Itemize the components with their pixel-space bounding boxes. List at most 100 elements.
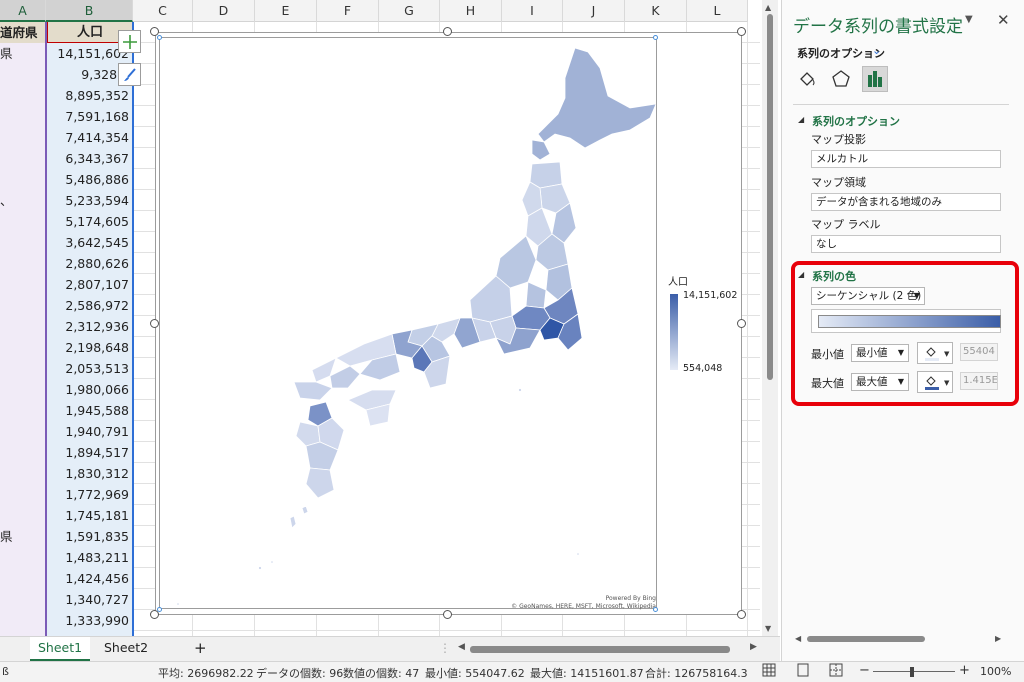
series-options-icon-tab[interactable] bbox=[862, 66, 888, 92]
cell-b[interactable]: 8,895,352 bbox=[47, 85, 133, 106]
zoom-in-button[interactable]: + bbox=[959, 663, 970, 678]
column-header-k[interactable]: K bbox=[625, 0, 687, 22]
plot-handle[interactable] bbox=[653, 35, 658, 40]
scroll-down-icon[interactable]: ▼ bbox=[765, 624, 771, 633]
column-header-h[interactable]: H bbox=[440, 0, 502, 22]
cell-a[interactable] bbox=[0, 589, 46, 610]
cell-a[interactable] bbox=[0, 505, 46, 526]
hscroll-thumb[interactable] bbox=[470, 646, 730, 653]
cell-b[interactable]: 1,772,969 bbox=[47, 484, 133, 505]
cell-a[interactable] bbox=[0, 442, 46, 463]
cell-b[interactable]: 5,174,605 bbox=[47, 211, 133, 232]
cell-b[interactable]: 1,483,211 bbox=[47, 547, 133, 568]
cell-b[interactable]: 1,333,990 bbox=[47, 610, 133, 631]
cell-a[interactable] bbox=[0, 379, 46, 400]
cell-b[interactable]: 3,642,545 bbox=[47, 232, 133, 253]
cell-a[interactable] bbox=[0, 484, 46, 505]
chart-resize-handle[interactable] bbox=[150, 27, 159, 36]
page-layout-icon[interactable] bbox=[796, 663, 810, 680]
column-header-a[interactable]: A bbox=[0, 0, 46, 22]
scroll-up-icon[interactable]: ▲ bbox=[765, 3, 771, 12]
map-chart[interactable]: Powered By Bing © GeoNames, HERE, MSFT, … bbox=[155, 32, 742, 615]
zoom-out-button[interactable]: − bbox=[859, 663, 870, 678]
tab-split-handle[interactable]: ⋮ bbox=[439, 641, 451, 655]
page-break-icon[interactable] bbox=[829, 663, 843, 680]
zoom-level[interactable]: 100% bbox=[980, 665, 1011, 678]
pane-scroll-thumb[interactable] bbox=[807, 636, 925, 642]
cell-b[interactable]: 2,312,936 bbox=[47, 316, 133, 337]
cell-a[interactable] bbox=[0, 253, 46, 274]
cell-a[interactable] bbox=[0, 463, 46, 484]
chart-resize-handle[interactable] bbox=[443, 610, 452, 619]
hscroll-left-icon[interactable]: ◀ bbox=[458, 642, 465, 652]
cell-b[interactable]: 1,980,066 bbox=[47, 379, 133, 400]
cell-b[interactable]: 5,233,594 bbox=[47, 190, 133, 211]
chart-resize-handle[interactable] bbox=[737, 610, 746, 619]
vertical-scrollbar[interactable]: ▲ ▼ bbox=[762, 0, 778, 636]
cell-b[interactable]: 7,591,168 bbox=[47, 106, 133, 127]
fill-line-tab[interactable] bbox=[794, 66, 820, 92]
chart-styles-button[interactable] bbox=[118, 63, 141, 86]
effects-tab[interactable] bbox=[828, 66, 854, 92]
cell-a[interactable]: 県 bbox=[0, 43, 46, 64]
plot-handle[interactable] bbox=[653, 607, 658, 612]
tab-sheet1[interactable]: Sheet1 bbox=[30, 637, 91, 661]
cell-a[interactable] bbox=[0, 85, 46, 106]
cell-a[interactable] bbox=[0, 169, 46, 190]
cell-b[interactable]: 1,940,791 bbox=[47, 421, 133, 442]
chart-resize-handle[interactable] bbox=[737, 319, 746, 328]
cell-b[interactable]: 2,807,107 bbox=[47, 274, 133, 295]
cell-a[interactable] bbox=[0, 106, 46, 127]
cell-a[interactable] bbox=[0, 64, 46, 85]
tab-sheet2[interactable]: Sheet2 bbox=[96, 637, 156, 661]
cell-b[interactable]: 5,486,886 bbox=[47, 169, 133, 190]
cell-a[interactable] bbox=[0, 400, 46, 421]
cell-a[interactable] bbox=[0, 274, 46, 295]
chevron-down-icon[interactable]: ⌄ bbox=[872, 44, 881, 57]
chart-resize-handle[interactable] bbox=[443, 27, 452, 36]
projection-select[interactable]: メルカトル bbox=[811, 150, 1001, 168]
cell-a[interactable] bbox=[0, 358, 46, 379]
cell-a[interactable] bbox=[0, 127, 46, 148]
chart-resize-handle[interactable] bbox=[737, 27, 746, 36]
cell-a[interactable] bbox=[0, 421, 46, 442]
header-prefecture[interactable]: 道府県 bbox=[0, 22, 46, 43]
cell-b[interactable]: 6,343,367 bbox=[47, 148, 133, 169]
cell-b[interactable]: 1,745,181 bbox=[47, 505, 133, 526]
zoom-slider-thumb[interactable] bbox=[910, 667, 914, 677]
scroll-right-icon[interactable]: ▶ bbox=[995, 634, 1001, 643]
cell-b[interactable]: 2,586,972 bbox=[47, 295, 133, 316]
area-select[interactable]: データが含まれる地域のみ bbox=[811, 193, 1001, 211]
pane-horizontal-scrollbar[interactable]: ◀ ▶ bbox=[795, 634, 1003, 644]
section-series-options[interactable]: 系列のオプション bbox=[812, 113, 900, 129]
cell-b[interactable]: 2,880,626 bbox=[47, 253, 133, 274]
cell-b[interactable]: 1,424,456 bbox=[47, 568, 133, 589]
column-header-i[interactable]: I bbox=[502, 0, 563, 22]
normal-view-icon[interactable] bbox=[762, 663, 776, 680]
chart-resize-handle[interactable] bbox=[150, 610, 159, 619]
cell-a[interactable]: 、 bbox=[0, 190, 46, 211]
cell-b[interactable]: 1,894,517 bbox=[47, 442, 133, 463]
cell-b[interactable]: 1,340,727 bbox=[47, 589, 133, 610]
collapse-icon[interactable]: ◢ bbox=[798, 115, 804, 124]
column-header-c[interactable]: C bbox=[133, 0, 193, 22]
cell-b[interactable]: 1,945,588 bbox=[47, 400, 133, 421]
zoom-slider[interactable] bbox=[873, 671, 955, 672]
cell-a[interactable] bbox=[0, 316, 46, 337]
hscroll-right-icon[interactable]: ▶ bbox=[750, 642, 757, 652]
cell-a[interactable] bbox=[0, 295, 46, 316]
column-header-e[interactable]: E bbox=[255, 0, 317, 22]
spreadsheet-area[interactable]: ABCDEFGHIJKL 道府県 人口 県、県 14,151,602 9,328,… bbox=[0, 0, 780, 636]
cell-a[interactable] bbox=[0, 337, 46, 358]
cell-b[interactable]: 7,414,354 bbox=[47, 127, 133, 148]
cell-a[interactable] bbox=[0, 232, 46, 253]
plot-handle[interactable] bbox=[157, 35, 162, 40]
column-header-f[interactable]: F bbox=[317, 0, 379, 22]
cell-a[interactable] bbox=[0, 547, 46, 568]
column-header-l[interactable]: L bbox=[687, 0, 748, 22]
cell-b[interactable]: 1,591,835 bbox=[47, 526, 133, 547]
cell-a[interactable] bbox=[0, 148, 46, 169]
chart-elements-button[interactable] bbox=[118, 30, 141, 53]
pane-options-dropdown-icon[interactable]: ▼ bbox=[965, 14, 973, 25]
column-header-j[interactable]: J bbox=[563, 0, 625, 22]
